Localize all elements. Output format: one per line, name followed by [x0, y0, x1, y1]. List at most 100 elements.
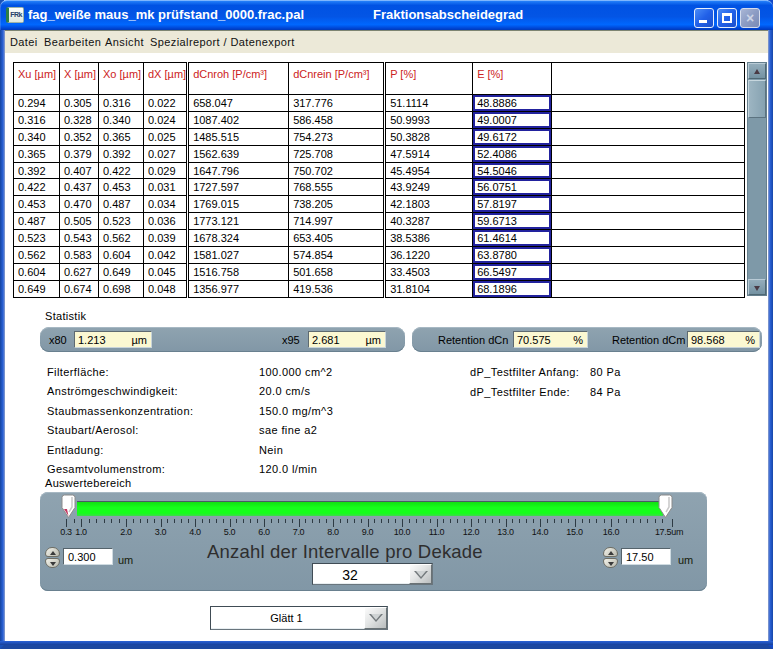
col-header-7[interactable]: E [%] [473, 63, 552, 95]
cell-r1c5[interactable]: 586.458 [289, 111, 385, 128]
lower-spin-up-button[interactable] [45, 547, 60, 557]
cell-r1c4[interactable]: 1087.402 [188, 111, 289, 128]
cell-r3c3[interactable]: 0.027 [144, 145, 188, 162]
cell-r1c0[interactable]: 0.316 [14, 111, 60, 128]
cell-r5c0[interactable]: 0.422 [14, 179, 60, 196]
col-header-6[interactable]: P [%] [385, 63, 473, 95]
lower-spin-down-button[interactable] [45, 558, 60, 568]
cell-r2c6[interactable]: 50.3828 [385, 128, 473, 145]
cell-r0c5[interactable]: 317.776 [289, 95, 385, 112]
slider-handle-upper[interactable] [658, 494, 673, 519]
cell-r7c2[interactable]: 0.523 [99, 213, 144, 230]
cell-r1c7[interactable]: 49.0007 [473, 111, 552, 128]
menu-item-datei[interactable]: Datei [10, 36, 38, 48]
cell-r0c7[interactable]: 48.8886 [473, 95, 552, 112]
cell-r10c2[interactable]: 0.649 [99, 263, 144, 280]
cell-r1c1[interactable]: 0.328 [60, 111, 99, 128]
upper-spin-up-button[interactable] [603, 547, 618, 557]
x80-field[interactable]: 1.213 µm [74, 331, 152, 348]
cell-r4c3[interactable]: 0.029 [144, 162, 188, 179]
upper-spin-down-button[interactable] [603, 558, 618, 568]
cell-r7c6[interactable]: 40.3287 [385, 213, 473, 230]
cell-r9c6[interactable]: 36.1220 [385, 247, 473, 264]
cell-r7c5[interactable]: 714.997 [289, 213, 385, 230]
menu-item-bearbeiten[interactable]: Bearbeiten [44, 36, 101, 48]
cell-r8c4[interactable]: 1678.324 [188, 230, 289, 247]
cell-r3c7[interactable]: 52.4086 [473, 145, 552, 162]
retention-dcm-field[interactable]: 98.568 % [687, 331, 760, 348]
cell-r10c3[interactable]: 0.045 [144, 263, 188, 280]
cell-r11c1[interactable]: 0.674 [60, 280, 99, 297]
cell-r5c1[interactable]: 0.437 [60, 179, 99, 196]
cell-r7c7[interactable]: 59.6713 [473, 213, 552, 230]
cell-r11c6[interactable]: 31.8104 [385, 280, 473, 297]
slider-track[interactable] [77, 501, 663, 516]
cell-r6c4[interactable]: 1769.015 [188, 196, 289, 213]
cell-r7c1[interactable]: 0.505 [60, 213, 99, 230]
cell-r3c5[interactable]: 725.708 [289, 145, 385, 162]
cell-r4c0[interactable]: 0.392 [14, 162, 60, 179]
menu-item-spezialreport-datenexport[interactable]: Spezialreport / Datenexport [150, 36, 295, 48]
col-header-5[interactable]: dCnrein [P/cm³] [289, 63, 385, 95]
cell-r9c1[interactable]: 0.583 [60, 247, 99, 264]
cell-r8c0[interactable]: 0.523 [14, 230, 60, 247]
col-header-2[interactable]: Xo [µm] [99, 63, 144, 95]
cell-r3c2[interactable]: 0.392 [99, 145, 144, 162]
cell-r2c3[interactable]: 0.025 [144, 128, 188, 145]
smoothing-dropdown-button[interactable] [364, 607, 387, 629]
cell-r5c5[interactable]: 768.555 [289, 179, 385, 196]
cell-r8c5[interactable]: 653.405 [289, 230, 385, 247]
cell-r6c3[interactable]: 0.034 [144, 196, 188, 213]
cell-r11c2[interactable]: 0.698 [99, 280, 144, 297]
cell-r7c3[interactable]: 0.036 [144, 213, 188, 230]
cell-r4c5[interactable]: 750.702 [289, 162, 385, 179]
cell-r10c5[interactable]: 501.658 [289, 263, 385, 280]
cell-r10c1[interactable]: 0.627 [60, 263, 99, 280]
cell-r6c1[interactable]: 0.470 [60, 196, 99, 213]
cell-r3c0[interactable]: 0.365 [14, 145, 60, 162]
table-scrollbar[interactable] [747, 62, 767, 296]
cell-r6c7[interactable]: 57.8197 [473, 196, 552, 213]
scrollbar-down-button[interactable] [748, 279, 766, 295]
scrollbar-thumb[interactable] [748, 80, 766, 118]
scrollbar-up-button[interactable] [748, 63, 766, 79]
cell-r4c6[interactable]: 45.4954 [385, 162, 473, 179]
cell-r11c7[interactable]: 68.1896 [473, 280, 552, 297]
cell-r6c2[interactable]: 0.487 [99, 196, 144, 213]
cell-r7c4[interactable]: 1773.121 [188, 213, 289, 230]
cell-r11c3[interactable]: 0.048 [144, 280, 188, 297]
cell-r11c4[interactable]: 1356.977 [188, 280, 289, 297]
cell-r9c7[interactable]: 63.8780 [473, 247, 552, 264]
cell-r6c6[interactable]: 42.1803 [385, 196, 473, 213]
col-header-0[interactable]: Xu [µm] [14, 63, 60, 95]
cell-r2c2[interactable]: 0.365 [99, 128, 144, 145]
cell-r0c0[interactable]: 0.294 [14, 95, 60, 112]
cell-r10c4[interactable]: 1516.758 [188, 263, 289, 280]
cell-r0c3[interactable]: 0.022 [144, 95, 188, 112]
cell-r1c6[interactable]: 50.9993 [385, 111, 473, 128]
cell-r8c7[interactable]: 61.4614 [473, 230, 552, 247]
cell-r4c1[interactable]: 0.407 [60, 162, 99, 179]
cell-r8c2[interactable]: 0.562 [99, 230, 144, 247]
cell-r1c3[interactable]: 0.024 [144, 111, 188, 128]
cell-r5c6[interactable]: 43.9249 [385, 179, 473, 196]
cell-r2c7[interactable]: 49.6172 [473, 128, 552, 145]
lower-bound-field[interactable]: 0.300 [63, 548, 113, 565]
cell-r2c1[interactable]: 0.352 [60, 128, 99, 145]
cell-r2c5[interactable]: 754.273 [289, 128, 385, 145]
maximize-button[interactable] [717, 8, 737, 28]
close-button[interactable]: × [740, 8, 760, 28]
cell-r1c2[interactable]: 0.340 [99, 111, 144, 128]
cell-r8c1[interactable]: 0.543 [60, 230, 99, 247]
lower-spinner[interactable] [45, 547, 60, 569]
cell-r4c4[interactable]: 1647.796 [188, 162, 289, 179]
cell-r6c0[interactable]: 0.453 [14, 196, 60, 213]
cell-r9c0[interactable]: 0.562 [14, 247, 60, 264]
intervals-dropdown-button[interactable] [409, 564, 432, 584]
cell-r3c6[interactable]: 47.5914 [385, 145, 473, 162]
cell-r4c2[interactable]: 0.422 [99, 162, 144, 179]
cell-r9c5[interactable]: 574.854 [289, 247, 385, 264]
retention-dcn-field[interactable]: 70.575 % [513, 331, 588, 348]
cell-r0c6[interactable]: 51.1114 [385, 95, 473, 112]
cell-r10c7[interactable]: 66.5497 [473, 263, 552, 280]
